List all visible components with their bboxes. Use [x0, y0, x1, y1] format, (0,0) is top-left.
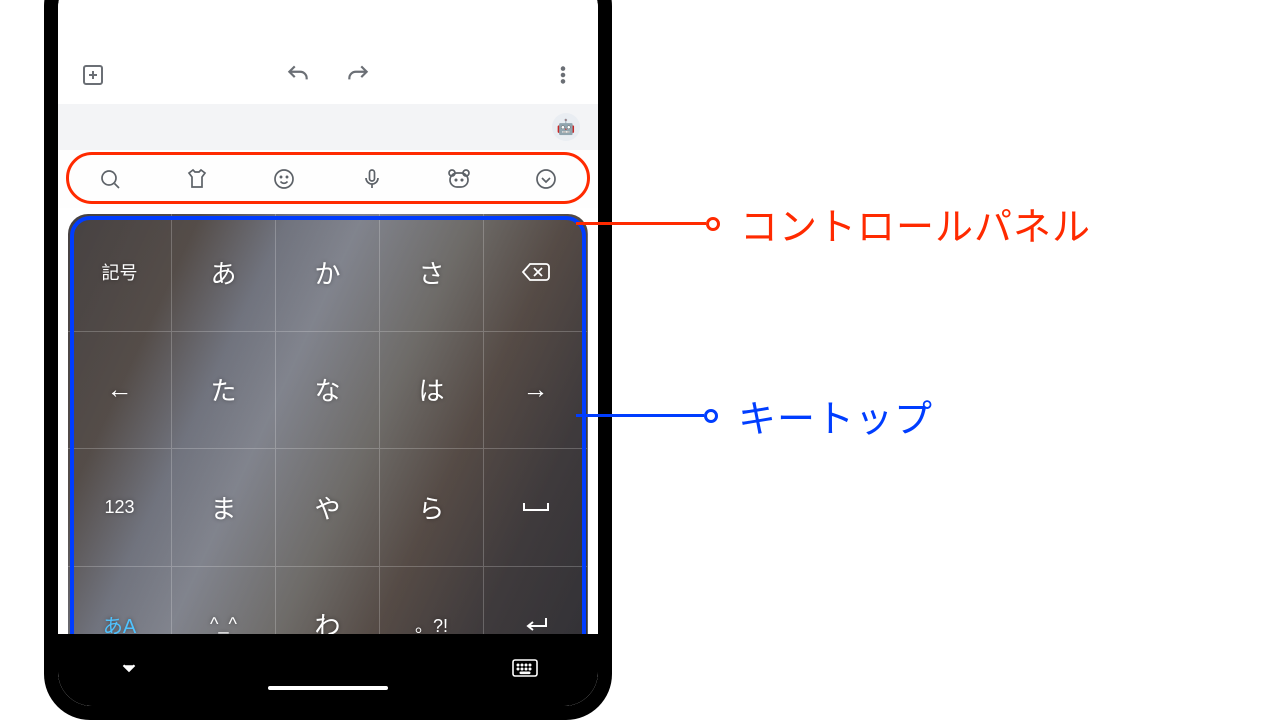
callout-dot: [706, 217, 720, 231]
key-123[interactable]: 123: [68, 449, 172, 567]
key-area-wrap: 記号 あ か さ ← た な は → 123 ま や: [58, 208, 598, 706]
key-ra[interactable]: ら: [380, 449, 484, 567]
key-ma[interactable]: ま: [172, 449, 276, 567]
key-label: さ: [418, 254, 444, 291]
search-icon[interactable]: [94, 163, 126, 195]
more-vert-icon[interactable]: [548, 60, 578, 90]
key-symbols[interactable]: 記号: [68, 214, 172, 332]
key-label: か: [314, 254, 340, 291]
key-label: な: [314, 371, 340, 408]
control-panel: [58, 150, 598, 208]
keyboard-dots-icon[interactable]: [512, 658, 538, 683]
key-right[interactable]: →: [484, 332, 588, 450]
shirt-icon[interactable]: [181, 163, 213, 195]
suggestion-bar: 🤖: [58, 104, 598, 150]
emoji-icon[interactable]: [268, 163, 300, 195]
key-label: は: [418, 371, 444, 408]
key-grid: 記号 あ か さ ← た な は → 123 ま や: [68, 214, 588, 684]
key-label: 123: [104, 497, 134, 518]
key-a[interactable]: あ: [172, 214, 276, 332]
key-ta[interactable]: た: [172, 332, 276, 450]
key-space[interactable]: [484, 449, 588, 567]
key-top-area: 記号 あ か さ ← た な は → 123 ま や: [68, 214, 588, 684]
chevron-down-icon[interactable]: [118, 657, 140, 684]
key-left[interactable]: ←: [68, 332, 172, 450]
home-indicator[interactable]: [268, 686, 388, 690]
callout-control-panel: コントロールパネル: [576, 196, 1091, 251]
editor-toolbar: [58, 0, 598, 104]
key-sa[interactable]: さ: [380, 214, 484, 332]
key-backspace[interactable]: [484, 214, 588, 332]
key-label: ま: [210, 489, 236, 526]
callout-line: [576, 222, 706, 225]
key-label: あ: [210, 254, 236, 291]
callout-line: [576, 414, 704, 417]
key-label: ^_^: [210, 614, 237, 635]
key-ya[interactable]: や: [276, 449, 380, 567]
control-panel-highlight: [66, 152, 590, 204]
key-ha[interactable]: は: [380, 332, 484, 450]
assistant-icon[interactable]: 🤖: [552, 113, 580, 141]
key-label: 記号: [102, 259, 138, 285]
android-nav-bar: [58, 634, 598, 706]
bear-icon[interactable]: [443, 163, 475, 195]
callout-label: コントロールパネル: [740, 196, 1091, 251]
callout-dot: [704, 409, 718, 423]
key-na[interactable]: な: [276, 332, 380, 450]
mic-icon[interactable]: [356, 163, 388, 195]
callout-label: キートップ: [738, 388, 933, 443]
add-box-icon[interactable]: [78, 60, 108, 90]
redo-icon[interactable]: [343, 60, 373, 90]
phone-frame: 🤖: [44, 0, 612, 720]
key-ka[interactable]: か: [276, 214, 380, 332]
phone-screen: 🤖: [58, 0, 598, 706]
key-label: ←: [107, 374, 133, 405]
undo-icon[interactable]: [283, 60, 313, 90]
key-label: や: [314, 489, 340, 526]
key-label: た: [210, 371, 236, 408]
assistant-emoji: 🤖: [557, 118, 576, 136]
key-label: ら: [418, 489, 444, 526]
key-label: →: [523, 374, 549, 405]
chevron-down-circle-icon[interactable]: [530, 163, 562, 195]
callout-key-top: キートップ: [576, 388, 933, 443]
